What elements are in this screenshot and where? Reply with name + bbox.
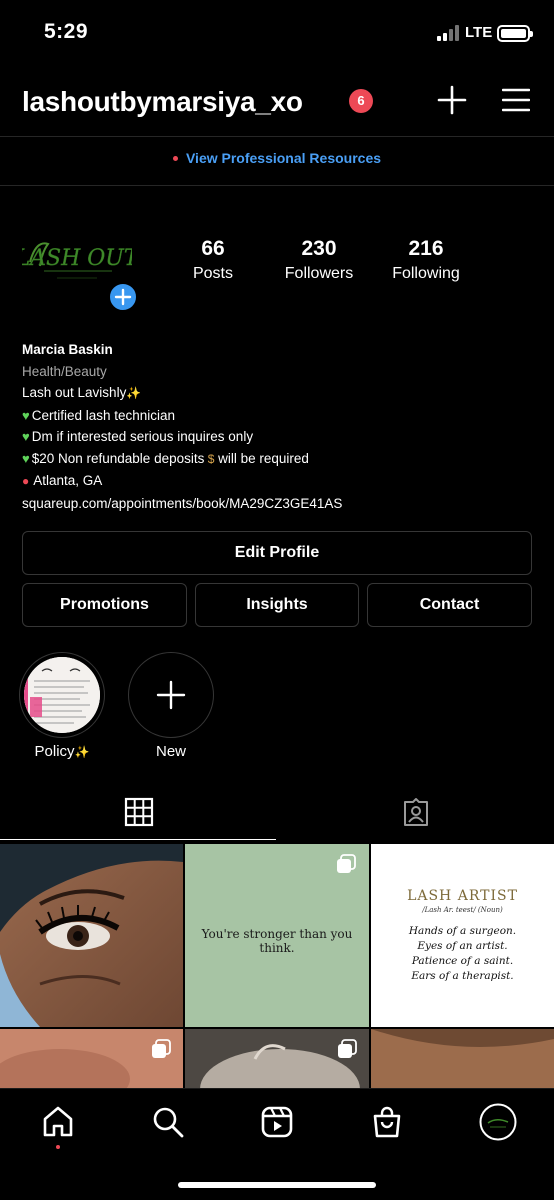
highlight-label: Policy✨ xyxy=(19,743,105,760)
highlight-thumbnail xyxy=(24,657,100,733)
avatar-logo-text: LASH OUT xyxy=(22,246,132,271)
post-graphic-subtitle: /Lash Ar. teest/ (Noun) xyxy=(422,906,503,914)
username[interactable]: lashoutbymarsiya_xo xyxy=(22,86,303,118)
post-quote-text: You're stronger than you think. xyxy=(201,927,353,955)
bio-text: Lash out Lavishly xyxy=(22,385,127,400)
post-graphic-lines: Hands of a surgeon. Eyes of an artist. P… xyxy=(371,924,554,984)
multiple-photos-icon xyxy=(338,1039,357,1058)
post-thumbnail[interactable]: LASH ARTIST /Lash Ar. teest/ (Noun) Hand… xyxy=(371,844,554,1027)
posts-count[interactable]: 66 Posts xyxy=(158,236,268,285)
search-icon[interactable] xyxy=(151,1105,185,1139)
profile-header: lashoutbymarsiya_xo 6 xyxy=(0,72,554,132)
bio-line: ♥ Dm if interested serious inquires only xyxy=(22,426,542,448)
following-count[interactable]: 216 Following xyxy=(371,236,481,285)
post-graphic-line: Ears of a therapist. xyxy=(411,970,514,982)
stat-label: Posts xyxy=(192,265,233,282)
post-thumbnail[interactable]: You're stronger than you think. xyxy=(185,844,369,1027)
bio-text: will be required xyxy=(218,450,309,466)
post-graphic-line: Hands of a surgeon. xyxy=(408,925,517,937)
highlight-ring xyxy=(128,652,214,738)
post-graphic-line: Eyes of an artist. xyxy=(417,940,508,952)
create-post-icon[interactable] xyxy=(437,85,467,115)
divider xyxy=(0,136,554,137)
status-time: 5:29 xyxy=(44,20,89,43)
sparkles-icon: ✨ xyxy=(74,745,90,759)
status-bar: 5:29 LTE xyxy=(0,0,554,66)
highlight-new[interactable]: New xyxy=(128,652,214,760)
green-heart-icon: ♥ xyxy=(22,407,30,423)
green-heart-icon: ♥ xyxy=(22,429,30,444)
divider xyxy=(0,185,554,186)
green-heart-icon: ♥ xyxy=(22,450,30,466)
money-bag-icon: $ xyxy=(204,451,215,466)
bio-text: $20 Non refundable deposits xyxy=(31,450,205,466)
profile-avatar-icon[interactable] xyxy=(479,1103,517,1141)
add-story-button[interactable] xyxy=(107,281,139,313)
professional-resources-link[interactable]: View Professional Resources xyxy=(0,150,554,166)
bio-link[interactable]: squareup.com/appointments/book/MA29CZ3GE… xyxy=(22,493,542,515)
profile-category: Health/Beauty xyxy=(22,363,107,379)
stat-label: Followers xyxy=(284,265,354,282)
edit-profile-button[interactable]: Edit Profile xyxy=(22,531,532,575)
tagged-user-icon[interactable] xyxy=(401,797,431,827)
bio-line: ● Atlanta, GA xyxy=(22,470,542,493)
signal-strength-icon xyxy=(437,25,461,41)
home-icon[interactable] xyxy=(41,1105,75,1139)
display-name: Marcia Baskin xyxy=(22,342,113,357)
new-indicator-dot xyxy=(172,155,178,161)
multiple-photos-icon xyxy=(337,854,356,873)
post-thumbnail[interactable] xyxy=(0,844,183,1027)
sparkles-icon: ✨ xyxy=(126,386,142,400)
bio-line: ♥ $20 Non refundable deposits $ will be r… xyxy=(22,448,542,471)
stat-value: 230 xyxy=(301,237,337,260)
highlight-label: New xyxy=(155,743,186,760)
grid-icon[interactable] xyxy=(124,797,154,827)
plus-icon xyxy=(156,680,186,710)
bio-line: ♥ Certified lash technician xyxy=(22,405,542,427)
stat-value: 66 xyxy=(201,237,225,260)
post-graphic-line: Patience of a saint. xyxy=(411,955,514,967)
contact-button[interactable]: Contact xyxy=(367,583,532,627)
bio-text: Dm if interested serious inquires only xyxy=(31,429,254,444)
insights-button[interactable]: Insights xyxy=(195,583,359,627)
location-pin-icon: ● xyxy=(22,474,30,488)
post-thumbnail[interactable] xyxy=(185,1029,369,1089)
highlight-text: Policy xyxy=(34,743,75,760)
battery-icon xyxy=(497,25,533,42)
followers-count[interactable]: 230 Followers xyxy=(264,236,374,285)
stat-label: Following xyxy=(392,265,460,282)
post-thumbnail[interactable] xyxy=(371,1029,554,1089)
activity-dot xyxy=(56,1145,60,1149)
bio-text: Certified lash technician xyxy=(31,407,176,423)
promotions-button[interactable]: Promotions xyxy=(22,583,187,627)
multiple-photos-icon xyxy=(152,1039,171,1058)
post-graphic-title: LASH ARTIST xyxy=(407,888,518,904)
stat-value: 216 xyxy=(408,237,444,260)
bio-text: Atlanta, GA xyxy=(33,473,103,488)
plus-icon xyxy=(114,288,132,306)
active-tab-indicator xyxy=(0,839,276,840)
highlight-policy[interactable]: Policy✨ xyxy=(19,652,105,760)
home-indicator xyxy=(178,1182,376,1188)
bio-line: Lash out Lavishly✨ xyxy=(22,382,542,405)
professional-resources-label: View Professional Resources xyxy=(185,150,382,166)
post-thumbnail[interactable] xyxy=(0,1029,183,1089)
menu-icon[interactable] xyxy=(502,88,530,112)
reels-icon[interactable] xyxy=(260,1105,294,1139)
profile-bio: Marcia Baskin Health/Beauty Lash out Lav… xyxy=(22,339,542,514)
shop-icon[interactable] xyxy=(370,1105,404,1139)
highlight-ring xyxy=(19,652,105,738)
notification-badge[interactable]: 6 xyxy=(349,89,373,113)
network-type: LTE xyxy=(465,24,493,41)
